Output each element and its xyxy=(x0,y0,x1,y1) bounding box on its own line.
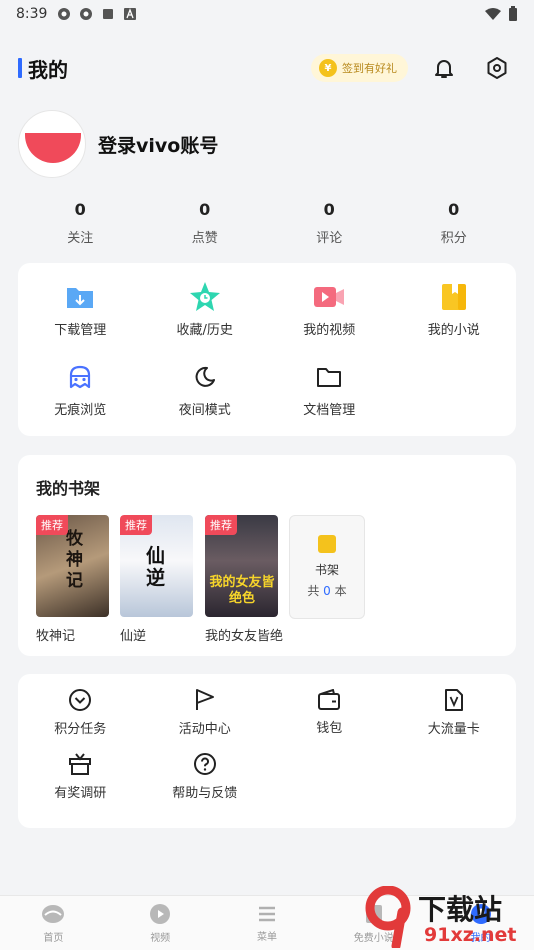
stats-row: 0 关注 0 点赞 0 评论 0 积分 xyxy=(18,200,516,246)
bookshelf-count: 共 0 本 xyxy=(307,584,347,598)
signin-reward-button[interactable]: ¥ 签到有好礼 xyxy=(311,54,408,82)
wifi-icon xyxy=(485,8,501,20)
favorites-history-button[interactable]: 收藏/历史 xyxy=(143,269,268,349)
bookshelf-title: 我的书架 xyxy=(36,479,101,498)
incognito-icon xyxy=(70,365,91,388)
cover-title-art: 我的女友皆绝色 xyxy=(209,575,275,606)
stat-likes[interactable]: 0 点赞 xyxy=(143,200,268,246)
video-icon xyxy=(314,286,345,307)
app-notification-icon xyxy=(80,8,93,20)
wallet-icon xyxy=(318,688,341,710)
site-watermark: 下载站 91xz.net xyxy=(362,884,534,950)
recommend-badge: 推荐 xyxy=(36,515,68,535)
my-videos-button[interactable]: 我的视频 xyxy=(267,269,392,349)
book-icon xyxy=(441,283,466,310)
download-folder-icon xyxy=(67,287,94,308)
book-cover: 牧神记 推荐 xyxy=(36,515,109,617)
bookshelf-button[interactable]: 书架 共 0 本 xyxy=(289,515,365,619)
wallet-button[interactable]: 钱包 xyxy=(267,680,392,744)
title-accent-bar xyxy=(18,58,22,78)
settings-icon[interactable] xyxy=(485,56,509,80)
book-cover: 我的女友皆绝色 推荐 xyxy=(205,515,278,617)
cover-title-art: 仙逆 xyxy=(146,545,166,589)
book-item[interactable]: 仙逆 推荐 仙逆 xyxy=(120,515,193,644)
status-time: 8:39 xyxy=(16,6,48,22)
tools-card: 下载管理 收藏/历史 我的视频 我的小说 无痕浏览 夜间模式 文档管理 xyxy=(18,263,516,436)
stat-comments[interactable]: 0 评论 xyxy=(267,200,392,246)
play-circle-icon xyxy=(150,903,171,924)
bell-icon[interactable] xyxy=(432,56,456,80)
stat-follow[interactable]: 0 关注 xyxy=(18,200,143,246)
flag-icon xyxy=(195,688,214,710)
chevron-circle-icon xyxy=(69,688,92,711)
tab-video[interactable]: 视频 xyxy=(107,896,214,950)
tab-home[interactable]: 首页 xyxy=(0,896,107,950)
battery-icon xyxy=(509,6,517,21)
survey-button[interactable]: 有奖调研 xyxy=(18,744,143,808)
folder-icon xyxy=(317,367,342,387)
square-notification-icon xyxy=(103,9,114,19)
gift-icon xyxy=(69,752,92,775)
status-bar: 8:39 xyxy=(0,0,534,28)
signin-label: 签到有好礼 xyxy=(342,62,397,75)
menu-icon xyxy=(258,906,275,921)
incognito-browsing-button[interactable]: 无痕浏览 xyxy=(18,349,143,429)
profile-login[interactable]: 登录vivo账号 xyxy=(18,110,218,178)
page-header: 我的 ¥ 签到有好礼 xyxy=(0,50,534,86)
book-item[interactable]: 牧神记 推荐 牧神记 xyxy=(36,515,109,644)
book-title: 牧神记 xyxy=(36,629,76,644)
watermark-logo-icon xyxy=(365,886,411,948)
stat-points[interactable]: 0 积分 xyxy=(392,200,517,246)
data-card-button[interactable]: 大流量卡 xyxy=(392,680,517,744)
watermark-brand: 下载站 xyxy=(418,893,503,926)
moon-icon xyxy=(195,366,215,387)
cover-title-art: 牧神记 xyxy=(66,529,83,591)
login-link[interactable]: 登录vivo账号 xyxy=(98,131,218,158)
download-manager-button[interactable]: 下载管理 xyxy=(18,269,143,349)
activity-center-button[interactable]: 活动中心 xyxy=(143,680,268,744)
a-notification-icon xyxy=(124,8,137,20)
night-mode-button[interactable]: 夜间模式 xyxy=(143,349,268,429)
services-card: 积分任务 活动中心 钱包 大流量卡 有奖调研 帮助与反馈 xyxy=(18,674,516,828)
star-clock-icon xyxy=(189,281,220,311)
bookshelf-label: 书架 xyxy=(314,563,339,577)
document-manager-button[interactable]: 文档管理 xyxy=(267,349,392,429)
book-title: 仙逆 xyxy=(120,629,147,644)
help-icon xyxy=(193,752,216,775)
recommend-badge: 推荐 xyxy=(120,515,152,535)
book-title: 我的女友皆绝 xyxy=(205,629,284,644)
coin-icon: ¥ xyxy=(319,59,337,77)
my-novels-button[interactable]: 我的小说 xyxy=(392,269,517,349)
app-notification-icon xyxy=(58,8,71,20)
page-title: 我的 xyxy=(28,57,68,82)
points-tasks-button[interactable]: 积分任务 xyxy=(18,680,143,744)
shelf-icon xyxy=(318,535,336,553)
help-feedback-button[interactable]: 帮助与反馈 xyxy=(143,744,268,808)
recommend-badge: 推荐 xyxy=(205,515,237,535)
watermark-domain: 91xz.net xyxy=(424,924,517,946)
sim-card-icon xyxy=(444,688,463,711)
avatar[interactable] xyxy=(18,110,86,178)
bookshelf-card: 我的书架 牧神记 推荐 牧神记 仙逆 推荐 仙逆 我的女友皆绝色 推荐 我的女友… xyxy=(18,455,516,656)
home-icon xyxy=(42,904,65,923)
tab-menu[interactable]: 菜单 xyxy=(214,896,321,950)
book-cover: 仙逆 推荐 xyxy=(120,515,193,617)
book-item[interactable]: 我的女友皆绝色 推荐 我的女友皆绝 xyxy=(205,515,283,644)
